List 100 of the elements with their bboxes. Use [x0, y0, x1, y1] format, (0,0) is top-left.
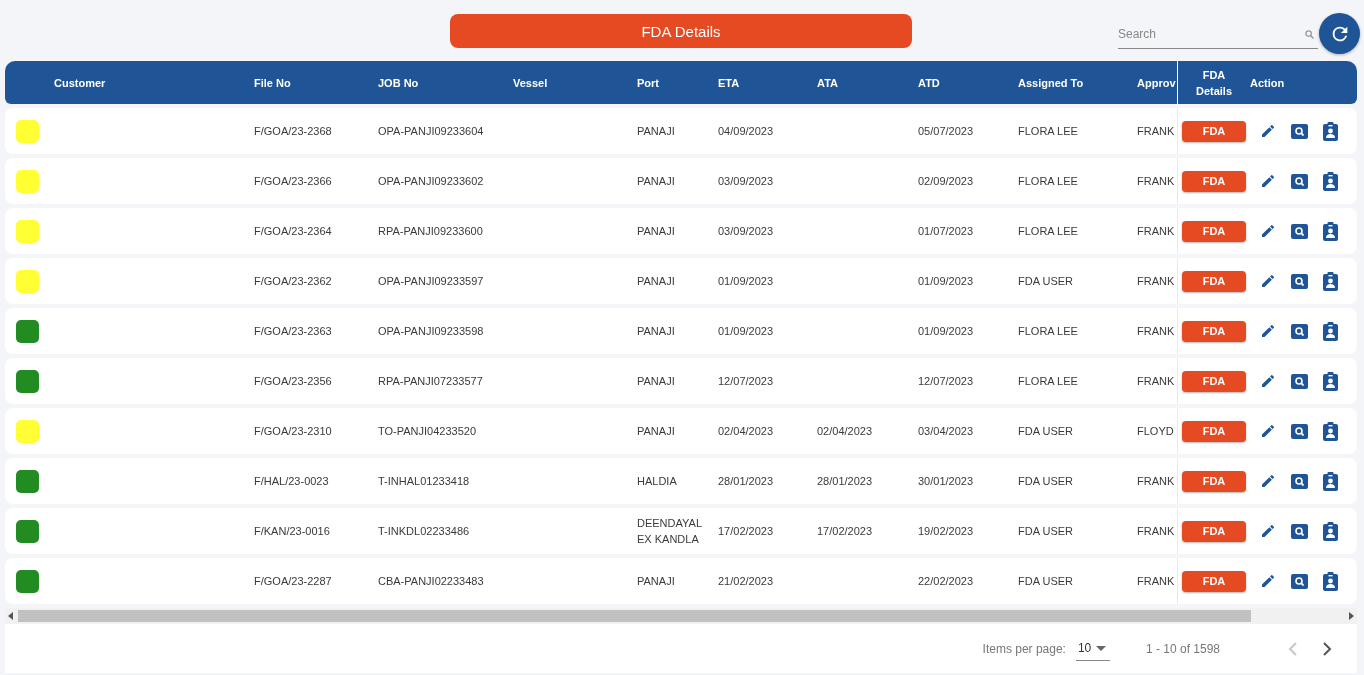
clipboard-person-icon[interactable] — [1323, 471, 1338, 491]
pencil-icon[interactable] — [1260, 473, 1276, 489]
table-cell: 19/02/2023 — [918, 525, 974, 537]
fda-details-button[interactable]: FDA Details — [450, 14, 912, 48]
search-icon — [1305, 30, 1314, 39]
clipboard-person-icon[interactable] — [1323, 321, 1338, 341]
table-cell-text: PANAJI — [636, 274, 676, 289]
fda-button[interactable]: FDA — [1182, 520, 1246, 542]
table-cell: FRANK — [1137, 275, 1175, 287]
table-cell: 01/07/2023 — [918, 225, 974, 237]
page-range-label: 1 - 10 of 1598 — [1145, 641, 1220, 656]
column-header: File No — [253, 76, 292, 89]
table-cell: FRANK — [1137, 225, 1175, 237]
table-cell: 12/07/2023 — [918, 375, 974, 387]
table-cell: T-INKDL02233486 — [378, 525, 470, 537]
table-cell: F/GOA/23-2364 — [254, 225, 332, 237]
table-cell: RPA-PANJI07233577 — [378, 375, 483, 387]
table-cell: F/GOA/23-2362 — [254, 275, 332, 287]
pencil-icon[interactable] — [1260, 373, 1276, 389]
pencil-icon[interactable] — [1260, 273, 1276, 289]
search-icon[interactable] — [1291, 423, 1308, 439]
fda-button[interactable]: FDA — [1182, 120, 1246, 142]
table-cell: T-INHAL01233418 — [378, 475, 470, 487]
table-cell: OPA-PANJI09233604 — [378, 125, 484, 137]
fda-button[interactable]: FDA — [1182, 370, 1246, 392]
search-icon[interactable] — [1291, 173, 1308, 189]
table-cell: FLORA LEE — [1018, 325, 1078, 337]
table-cell: FRANK — [1137, 325, 1175, 337]
fda-button[interactable]: FDA — [1182, 170, 1246, 192]
pencil-icon[interactable] — [1260, 523, 1276, 539]
table-cell: 30/01/2023 — [918, 475, 974, 487]
search-icon[interactable] — [1291, 123, 1308, 139]
pencil-icon[interactable] — [1260, 123, 1276, 139]
table-cell: FRANK — [1137, 475, 1175, 487]
table-cell: 28/01/2023 — [718, 475, 774, 487]
column-header: ETA — [717, 76, 741, 89]
fda-button[interactable]: FDA — [1182, 320, 1246, 342]
search-icon[interactable] — [1291, 573, 1308, 589]
fda-button[interactable]: FDA — [1182, 470, 1246, 492]
scrollbar-thumb[interactable] — [18, 610, 1252, 622]
table-cell: FRANK — [1137, 525, 1175, 537]
search-field[interactable]: Search — [1118, 20, 1318, 49]
page-size-select[interactable]: 10 — [1075, 636, 1110, 661]
clipboard-person-icon[interactable] — [1323, 371, 1338, 391]
fda-button[interactable]: FDA — [1182, 220, 1246, 242]
table-cell: FDA USER — [1018, 475, 1073, 487]
table-cell-text: DEENDAYAL EX KANDLA — [636, 516, 703, 547]
table-cell: FDA USER — [1018, 275, 1073, 287]
fda-button[interactable]: FDA — [1182, 420, 1246, 442]
search-icon[interactable] — [1291, 223, 1308, 239]
table-cell-text: HALDIA — [636, 474, 678, 489]
fda-button[interactable]: FDA — [1182, 270, 1246, 292]
table-cell: FLORA LEE — [1018, 125, 1078, 137]
table-cell: FDA USER — [1018, 425, 1073, 437]
table-cell: 22/02/2023 — [918, 575, 974, 587]
table-cell: 01/09/2023 — [918, 325, 974, 337]
column-header: Port — [636, 76, 660, 89]
search-icon[interactable] — [1291, 523, 1308, 539]
table-cell: 17/02/2023 — [718, 525, 774, 537]
table-cell: F/HAL/23-0023 — [254, 475, 329, 487]
table-cell: RPA-PANJI09233600 — [378, 225, 483, 237]
table-cell: F/GOA/23-2287 — [254, 575, 332, 587]
fda-button[interactable]: FDA — [1182, 570, 1246, 592]
table-cell: FLORA LEE — [1018, 175, 1078, 187]
clipboard-person-icon[interactable] — [1323, 271, 1338, 291]
scroll-right-icon[interactable] — [1348, 612, 1354, 620]
refresh-button[interactable] — [1319, 13, 1360, 54]
search-icon[interactable] — [1291, 273, 1308, 289]
table-cell-text: PANAJI — [636, 374, 676, 389]
pencil-icon[interactable] — [1260, 423, 1276, 439]
table-cell: 05/07/2023 — [918, 125, 974, 137]
clipboard-person-icon[interactable] — [1323, 421, 1338, 441]
items-per-page-label: Items per page: — [982, 641, 1066, 656]
pencil-icon[interactable] — [1260, 323, 1276, 339]
clipboard-person-icon[interactable] — [1323, 521, 1338, 541]
scroll-left-icon[interactable] — [8, 612, 14, 620]
clipboard-person-icon[interactable] — [1323, 171, 1338, 191]
table-cell: 01/09/2023 — [918, 275, 974, 287]
search-icon[interactable] — [1291, 323, 1308, 339]
pencil-icon[interactable] — [1260, 173, 1276, 189]
clipboard-person-icon[interactable] — [1323, 121, 1338, 141]
table-cell: F/KAN/23-0016 — [254, 525, 330, 537]
column-header: ATD — [917, 76, 941, 89]
caret-icon — [1096, 645, 1107, 651]
table-cell: 03/09/2023 — [718, 225, 774, 237]
table-cell-text: PANAJI — [636, 224, 676, 239]
clipboard-person-icon[interactable] — [1323, 221, 1338, 241]
table-cell: F/GOA/23-2368 — [254, 125, 332, 137]
column-header: Action — [1250, 76, 1286, 89]
table-cell: 21/02/2023 — [718, 575, 774, 587]
column-header: Approv — [1136, 76, 1177, 89]
table-cell-text: PANAJI — [636, 174, 676, 189]
table-cell: 12/07/2023 — [718, 375, 774, 387]
search-icon[interactable] — [1291, 373, 1308, 389]
pencil-icon[interactable] — [1260, 223, 1276, 239]
pencil-icon[interactable] — [1260, 573, 1276, 589]
clipboard-person-icon[interactable] — [1323, 571, 1338, 591]
search-icon[interactable] — [1291, 473, 1308, 489]
next-page-icon[interactable] — [1322, 640, 1332, 657]
table-cell: FRANK — [1137, 375, 1175, 387]
